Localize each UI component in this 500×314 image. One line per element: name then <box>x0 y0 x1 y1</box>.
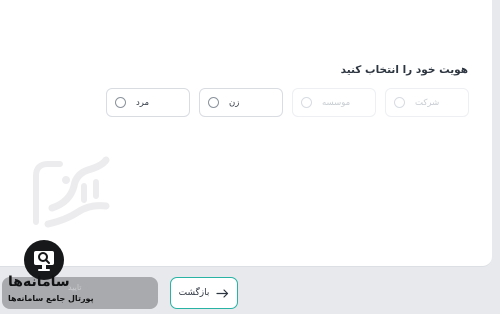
option-man-label: مرد <box>136 97 150 108</box>
radio-company <box>394 97 405 108</box>
brand-name: سامانه‌ها <box>8 274 70 290</box>
watermark-logo <box>33 156 110 228</box>
radio-man[interactable] <box>115 97 126 108</box>
identity-options: مرد زن موسسه شرکت <box>106 88 469 117</box>
option-company: شرکت <box>385 88 469 117</box>
option-woman[interactable]: زن <box>199 88 283 117</box>
radio-institution <box>301 97 312 108</box>
confirm-button-partial[interactable]: تایید <box>68 283 82 292</box>
option-company-label: شرکت <box>415 97 440 108</box>
option-woman-label: زن <box>229 97 240 108</box>
option-institution: موسسه <box>292 88 376 117</box>
brand-tagline: پورتال جامع سامانه‌ها <box>8 294 94 303</box>
identity-title: هویت خود را انتخاب کنید <box>340 64 468 76</box>
back-button[interactable]: بازگشت <box>170 277 238 309</box>
back-button-label: بازگشت <box>178 288 210 298</box>
radio-woman[interactable] <box>208 97 219 108</box>
option-man[interactable]: مرد <box>106 88 190 117</box>
identity-card: هویت خود را انتخاب کنید مرد زن موسسه شرک… <box>0 0 492 267</box>
brand-logo: تایید سامانه‌ها پورتال جامع سامانه‌ها <box>0 240 160 310</box>
arrow-right-icon <box>216 288 229 298</box>
option-institution-label: موسسه <box>322 97 351 108</box>
